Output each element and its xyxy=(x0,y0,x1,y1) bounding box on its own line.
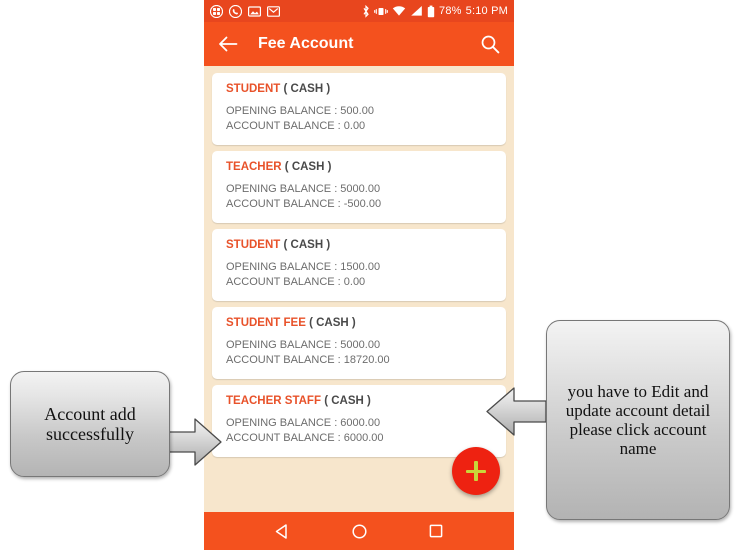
gmail-icon xyxy=(267,5,281,17)
apps-grid-icon xyxy=(209,4,224,18)
account-balance: ACCOUNT BALANCE : 6000.00 xyxy=(226,432,384,444)
signal-icon xyxy=(410,5,423,17)
plus-icon-vertical xyxy=(474,461,478,481)
status-bar-right-icons: 78% 5:10 PM xyxy=(362,4,508,18)
app-bar: Fee Account xyxy=(204,22,514,66)
opening-balance: OPENING BALANCE : 500.00 xyxy=(226,105,374,117)
account-type: ( CASH ) xyxy=(283,83,331,95)
nav-recents-square-icon[interactable] xyxy=(428,523,444,539)
screenshot-icon xyxy=(248,5,262,17)
opening-balance: OPENING BALANCE : 1500.00 xyxy=(226,261,381,273)
vibrate-icon xyxy=(374,5,388,18)
account-type: ( CASH ) xyxy=(324,395,371,407)
bluetooth-icon xyxy=(362,4,370,18)
battery-percent-label: 78% xyxy=(439,5,462,17)
account-type: ( CASH ) xyxy=(284,161,332,173)
account-card[interactable]: TEACHER ( CASH ) OPENING BALANCE : 5000.… xyxy=(212,151,506,223)
opening-balance: OPENING BALANCE : 5000.00 xyxy=(226,339,381,351)
callout-edit-instructions: you have to Edit and update account deta… xyxy=(546,320,730,520)
account-name[interactable]: STUDENT xyxy=(226,239,280,251)
callout-left-text: Account add successfully xyxy=(44,403,136,444)
wifi-icon xyxy=(392,5,406,17)
android-nav-bar xyxy=(204,512,514,550)
account-card[interactable]: STUDENT FEE ( CASH ) OPENING BALANCE : 5… xyxy=(212,307,506,379)
nav-home-circle-icon[interactable] xyxy=(351,523,368,540)
nav-back-triangle-icon[interactable] xyxy=(274,523,291,540)
clock-label: 5:10 PM xyxy=(465,5,508,17)
account-card[interactable]: STUDENT ( CASH ) OPENING BALANCE : 500.0… xyxy=(212,73,506,145)
search-icon[interactable] xyxy=(480,34,500,54)
account-balance: ACCOUNT BALANCE : -500.00 xyxy=(226,198,382,210)
account-card-title: TEACHER STAFF ( CASH ) xyxy=(226,395,492,407)
status-bar-left-icons xyxy=(209,4,281,18)
arrow-left-icon xyxy=(486,387,547,436)
back-arrow-icon[interactable] xyxy=(218,35,238,53)
account-card-title: TEACHER ( CASH ) xyxy=(226,161,492,173)
account-name[interactable]: STUDENT FEE xyxy=(226,317,306,329)
account-balance: ACCOUNT BALANCE : 0.00 xyxy=(226,276,366,288)
whatsapp-icon xyxy=(228,4,243,18)
opening-balance: OPENING BALANCE : 6000.00 xyxy=(226,417,381,429)
battery-icon xyxy=(427,5,435,18)
account-card[interactable]: STUDENT ( CASH ) OPENING BALANCE : 1500.… xyxy=(212,229,506,301)
opening-balance: OPENING BALANCE : 5000.00 xyxy=(226,183,381,195)
arrow-right-icon xyxy=(163,418,222,466)
callout-right-text: you have to Edit and update account deta… xyxy=(565,381,711,459)
account-card-title: STUDENT ( CASH ) xyxy=(226,83,492,95)
account-name[interactable]: TEACHER STAFF xyxy=(226,395,321,407)
account-name[interactable]: TEACHER xyxy=(226,161,282,173)
account-balance: ACCOUNT BALANCE : 0.00 xyxy=(226,120,366,132)
account-list: STUDENT ( CASH ) OPENING BALANCE : 500.0… xyxy=(204,66,514,457)
account-card-title: STUDENT ( CASH ) xyxy=(226,239,492,251)
page-title: Fee Account xyxy=(258,35,354,52)
account-balance: ACCOUNT BALANCE : 18720.00 xyxy=(226,354,390,366)
status-bar: 78% 5:10 PM xyxy=(204,0,514,22)
account-card[interactable]: TEACHER STAFF ( CASH ) OPENING BALANCE :… xyxy=(212,385,506,457)
account-card-title: STUDENT FEE ( CASH ) xyxy=(226,317,492,329)
account-type: ( CASH ) xyxy=(283,239,331,251)
account-name[interactable]: STUDENT xyxy=(226,83,280,95)
add-account-fab[interactable] xyxy=(452,447,500,495)
account-type: ( CASH ) xyxy=(309,317,356,329)
callout-account-added: Account add successfully xyxy=(10,371,170,477)
